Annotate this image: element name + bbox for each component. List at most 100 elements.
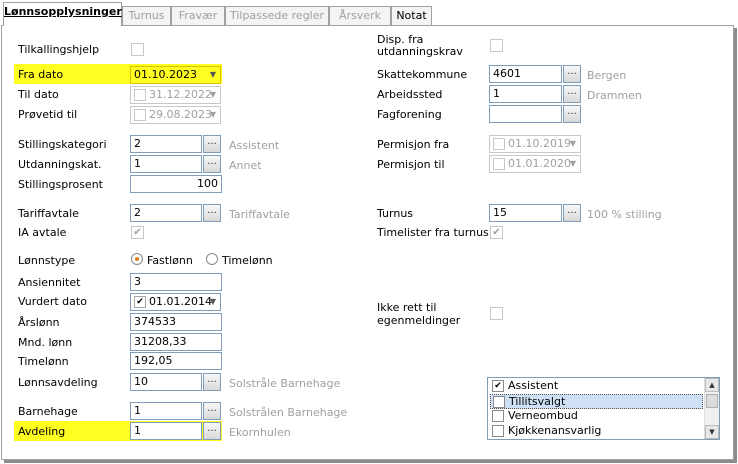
fagforening-input[interactable] (489, 105, 562, 123)
arbeidssted-hint: Drammen (587, 89, 642, 102)
vurdert-dato-label: Vurdert dato (18, 295, 87, 308)
skattekommune-lookup-button[interactable]: ... (563, 65, 581, 83)
stillingskategori-hint: Assistent (229, 139, 280, 152)
fastlonn-radio[interactable] (131, 253, 143, 265)
role-checkbox[interactable] (492, 410, 504, 422)
chevron-down-icon[interactable]: ▼ (570, 136, 576, 152)
arbeidssted-label: Arbeidssted (377, 88, 443, 101)
fra-dato-picker[interactable]: 01.10.2023 ▼ (130, 66, 221, 84)
utdanningskat-lookup-button[interactable]: ... (203, 155, 221, 173)
barnehage-input[interactable]: 1 (130, 402, 202, 420)
turnus-lookup-button[interactable]: ... (563, 204, 581, 222)
list-item[interactable]: Kjøkkenansvarlig (490, 424, 703, 439)
arslonn-label: Årslønn (18, 316, 60, 329)
tab-tilpassede-regler[interactable]: Tilpassede regler (225, 6, 329, 25)
lonnstype-label: Lønnstype (18, 254, 76, 267)
ansiennitet-label: Ansiennitet (18, 276, 81, 289)
mnd-lonn-input[interactable]: 31208,33 (130, 333, 222, 351)
timelonn-input[interactable]: 192,05 (130, 352, 222, 370)
stillingsprosent-input[interactable]: 100 (130, 175, 222, 193)
fagforening-lookup-button[interactable]: ... (563, 105, 581, 123)
scroll-down-icon[interactable]: ▼ (705, 425, 719, 439)
scroll-thumb[interactable] (706, 394, 718, 408)
ansiennitet-input[interactable]: 3 (130, 273, 222, 291)
avdeling-input[interactable]: 1 (130, 422, 202, 440)
permisjon-fra-picker[interactable]: 01.10.2019 ▼ (489, 135, 581, 153)
timelonn-radio[interactable] (206, 253, 218, 265)
ikke-rett-checkbox[interactable] (490, 307, 503, 320)
provetid-checkbox[interactable] (134, 109, 146, 121)
til-dato-checkbox[interactable] (134, 89, 146, 101)
chevron-down-icon[interactable]: ▼ (210, 107, 216, 123)
tariffavtale-lookup-button[interactable]: ... (203, 204, 221, 222)
arbeidssted-lookup-button[interactable]: ... (563, 85, 581, 103)
chevron-down-icon[interactable]: ▼ (210, 67, 216, 83)
tab-fravaer[interactable]: Fravær (171, 6, 225, 25)
avdeling-lookup-button[interactable]: ... (203, 422, 221, 440)
turnus-hint: 100 % stilling (587, 208, 662, 221)
vurdert-dato-picker[interactable]: ✔ 01.01.2014 ▼ (130, 293, 221, 311)
chevron-down-icon[interactable]: ▼ (210, 87, 216, 103)
scroll-up-icon[interactable]: ▲ (705, 378, 719, 392)
disp-utdanningskrav-label-line2: utdanningskrav (377, 45, 463, 58)
utdanningskat-label: Utdanningskat. (18, 158, 102, 171)
role-checkbox[interactable] (493, 396, 505, 408)
permisjon-til-checkbox[interactable] (493, 158, 505, 170)
arslonn-input[interactable]: 374533 (130, 313, 222, 331)
lonnsavdeling-lookup-button[interactable]: ... (203, 373, 221, 391)
chevron-down-icon[interactable]: ▼ (570, 156, 576, 172)
arbeidssted-input[interactable]: 1 (489, 85, 562, 103)
timelister-checkbox[interactable]: ✔ (490, 226, 503, 239)
barnehage-hint: Solstrålen Barnehage (229, 406, 348, 419)
permisjon-fra-checkbox[interactable] (493, 138, 505, 150)
roles-checklist[interactable]: ✔ Assistent Tillitsvalgt Verneombud Kjøk… (487, 377, 720, 440)
role-checkbox[interactable] (492, 425, 504, 437)
utdanningskat-input[interactable]: 1 (130, 155, 202, 173)
tab-arsverk[interactable]: Årsverk (329, 6, 391, 25)
permisjon-til-picker[interactable]: 01.01.2020 ▼ (489, 155, 581, 173)
stillingsprosent-label: Stillingsprosent (18, 178, 103, 191)
timelonn-label: Timelønn (222, 254, 273, 267)
panel-shadow (4, 460, 737, 463)
timelonn-value-label: Timelønn (18, 355, 69, 368)
permisjon-fra-value: 01.10.2019 (508, 137, 571, 150)
fra-dato-label: Fra dato (18, 68, 64, 81)
permisjon-til-label: Permisjon til (377, 158, 445, 171)
provetid-picker[interactable]: 29.08.2023 ▼ (130, 106, 221, 124)
barnehage-lookup-button[interactable]: ... (203, 402, 221, 420)
scrollbar[interactable]: ▲ ▼ (704, 378, 719, 439)
role-label: Verneombud (508, 409, 578, 422)
lonnsavdeling-input[interactable]: 10 (130, 373, 202, 391)
tab-turnus[interactable]: Turnus (122, 6, 171, 25)
skattekommune-hint: Bergen (587, 69, 627, 82)
tariffavtale-input[interactable]: 2 (130, 204, 202, 222)
list-item[interactable]: Verneombud (490, 409, 703, 424)
chevron-down-icon[interactable]: ▼ (210, 294, 216, 310)
role-label: Kjøkkenansvarlig (508, 424, 602, 437)
role-checkbox[interactable]: ✔ (492, 380, 504, 392)
list-item[interactable]: ✔ Assistent (490, 379, 703, 394)
turnus-input[interactable]: 15 (489, 204, 562, 222)
til-dato-value: 31.12.2022 (149, 88, 212, 101)
list-item[interactable]: Tillitsvalgt (490, 394, 703, 409)
utdanningskat-hint: Annet (229, 159, 262, 172)
stillingskategori-input[interactable]: 2 (130, 135, 202, 153)
ia-avtale-checkbox[interactable]: ✔ (131, 226, 144, 239)
provetid-label: Prøvetid til (18, 108, 78, 121)
fagforening-label: Fagforening (377, 108, 442, 121)
tab-strip: Lønnsopplysninger Turnus Fravær Tilpasse… (0, 0, 738, 26)
disp-utdanningskrav-checkbox[interactable] (490, 39, 503, 52)
til-dato-picker[interactable]: 31.12.2022 ▼ (130, 86, 221, 104)
skattekommune-label: Skattekommune (377, 68, 468, 81)
mnd-lonn-label: Mnd. lønn (18, 336, 73, 349)
tab-notat[interactable]: Notat (391, 6, 432, 25)
fra-dato-value: 01.10.2023 (134, 68, 197, 81)
stillingskategori-lookup-button[interactable]: ... (203, 135, 221, 153)
tab-lonnsopplysninger[interactable]: Lønnsopplysninger (3, 2, 122, 26)
vurdert-dato-checkbox[interactable]: ✔ (134, 296, 146, 308)
tariffavtale-label: Tariffavtale (18, 207, 79, 220)
skattekommune-input[interactable]: 4601 (489, 65, 562, 83)
tilkallingshjelp-checkbox[interactable] (131, 43, 144, 56)
ikke-rett-label-line1: Ikke rett til (377, 301, 437, 314)
permisjon-til-value: 01.01.2020 (508, 157, 571, 170)
